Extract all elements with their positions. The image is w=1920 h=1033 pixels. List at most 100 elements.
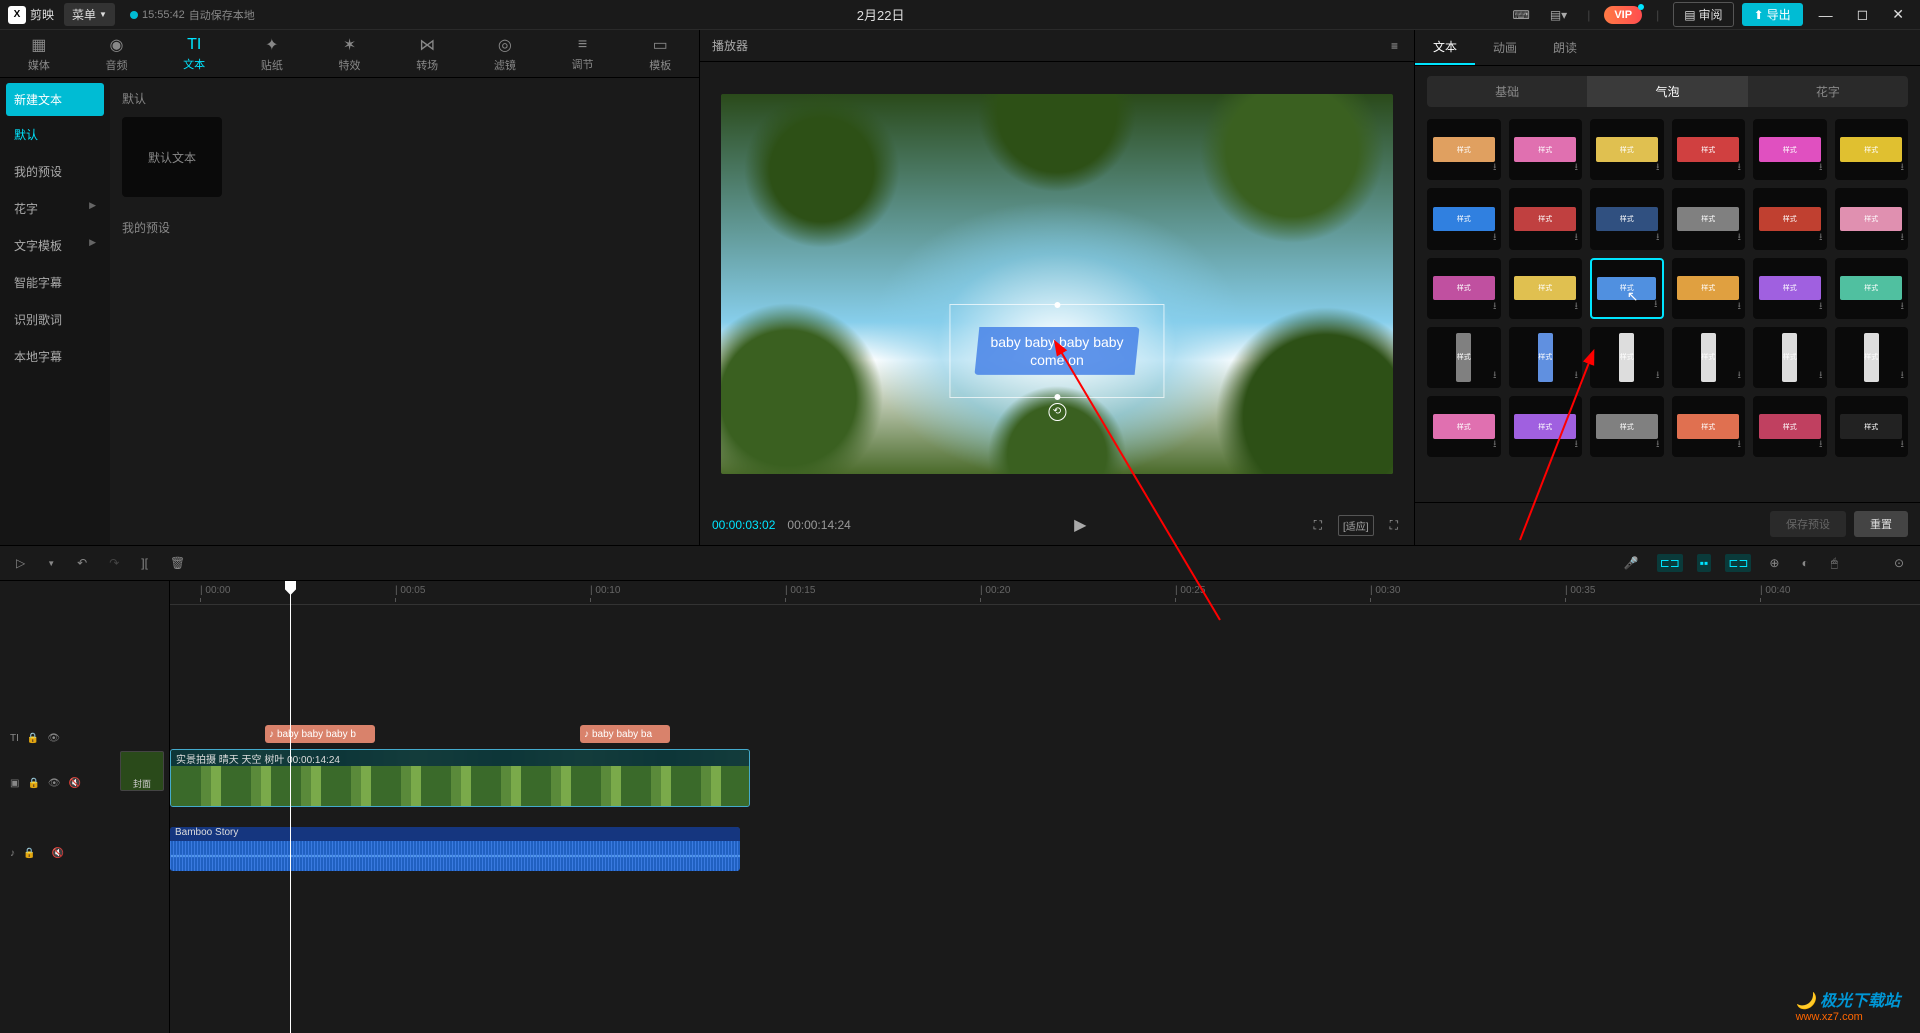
right-subtab[interactable]: 花字 [1748, 76, 1908, 107]
download-icon[interactable]: ⭳ [1819, 160, 1823, 177]
bubble-preset[interactable]: 样式⭳ [1590, 119, 1664, 180]
magnet-right-icon[interactable]: ⊏⊐ [1725, 554, 1751, 572]
tool-tab-adjust[interactable]: ≡调节 [544, 30, 622, 77]
focus-icon[interactable]: ⛶ [1310, 516, 1326, 535]
cover-thumb[interactable]: 封面 [120, 751, 164, 791]
download-icon[interactable]: ⭳ [1819, 299, 1823, 316]
text-clip[interactable]: ♪ baby baby ba [580, 725, 670, 743]
tool-tab-text[interactable]: TI文本 [155, 30, 233, 77]
fullscreen-icon[interactable]: ⛶ [1386, 516, 1402, 535]
minimize-icon[interactable]: — [1811, 7, 1841, 23]
download-icon[interactable]: ⭳ [1656, 437, 1660, 454]
tool-tab-grid[interactable]: ▦媒体 [0, 30, 78, 77]
bubble-preset[interactable]: 样式⭳ [1427, 396, 1501, 457]
tool-tab-filter[interactable]: ◎滤镜 [466, 30, 544, 77]
preview-toggle-icon[interactable]: ◐ [1797, 554, 1812, 572]
download-icon[interactable]: ⭳ [1575, 437, 1579, 454]
download-icon[interactable]: ⭳ [1493, 368, 1497, 385]
bubble-preset[interactable]: 样式⭳ [1672, 188, 1746, 249]
tool-tab-sticker[interactable]: ✦贴纸 [233, 30, 311, 77]
save-preset-button[interactable]: 保存预设 [1770, 511, 1846, 537]
download-icon[interactable]: ⭳ [1901, 230, 1905, 247]
mute-icon[interactable]: 🔇 [51, 848, 63, 859]
redo-icon[interactable]: ↷ [105, 554, 123, 572]
track-area[interactable]: | 00:00| 00:05| 00:10| 00:15| 00:20| 00:… [170, 581, 1920, 1033]
preview-menu-icon[interactable]: ≡ [1387, 37, 1402, 55]
bubble-preset[interactable]: 样式⭳ [1672, 119, 1746, 180]
bubble-preset[interactable]: 样式⭳ [1835, 327, 1909, 388]
preview-canvas[interactable]: baby baby baby baby come on ⟲ [721, 94, 1393, 474]
nav-default[interactable]: 默认 [0, 116, 110, 153]
bubble-preset[interactable]: 样式⭳ [1509, 258, 1583, 319]
magnet-left-icon[interactable]: ⊏⊐ [1657, 554, 1683, 572]
bubble-preset[interactable]: 样式⭳ [1590, 188, 1664, 249]
nav-my-preset[interactable]: 我的预设 [0, 153, 110, 190]
bubble-preset[interactable]: 样式⭳ [1835, 258, 1909, 319]
pointer-icon[interactable]: ▷ [12, 554, 29, 572]
vip-button[interactable]: VIP [1604, 6, 1642, 24]
eye-icon[interactable]: 👁 [48, 778, 61, 789]
rotate-handle-icon[interactable]: ⟲ [1048, 403, 1066, 421]
nav-text-template[interactable]: ▶文字模板 [0, 227, 110, 264]
bubble-preset[interactable]: 样式⭳ [1590, 396, 1664, 457]
review-button[interactable]: ▤ 审阅 [1673, 2, 1733, 27]
download-icon[interactable]: ⭳ [1656, 160, 1660, 177]
bubble-preset[interactable]: 样式⭳ [1672, 327, 1746, 388]
download-icon[interactable]: ⭳ [1575, 230, 1579, 247]
menu-button[interactable]: 菜单▼ [64, 3, 115, 26]
bubble-preset[interactable]: 样式⭳ [1427, 188, 1501, 249]
bubble-preset[interactable]: 样式⭳ [1509, 119, 1583, 180]
split-icon[interactable]: ][ [137, 554, 152, 572]
magnet-icon[interactable]: ▪▪ [1697, 554, 1712, 572]
download-icon[interactable]: ⭳ [1656, 368, 1660, 385]
download-icon[interactable]: ⭳ [1738, 299, 1742, 316]
tool-tab-audio[interactable]: ◉音频 [78, 30, 156, 77]
tool-tab-fx[interactable]: ✶特效 [311, 30, 389, 77]
bubble-preset[interactable]: 样式⭳ [1509, 396, 1583, 457]
video-track-icon[interactable]: ▣ [10, 778, 19, 789]
bubble-preset[interactable]: 样式⭳ [1753, 396, 1827, 457]
download-icon[interactable]: ⭳ [1819, 230, 1823, 247]
text-track[interactable]: ♪ baby baby baby b ♪ baby baby ba [170, 725, 1920, 747]
bubble-preset[interactable]: 样式⭳↖ [1590, 258, 1664, 319]
play-icon[interactable]: ▶ [1070, 513, 1090, 537]
download-icon[interactable]: ⭳ [1819, 368, 1823, 385]
timeline-ruler[interactable]: | 00:00| 00:05| 00:10| 00:15| 00:20| 00:… [170, 581, 1920, 605]
bubble-preset[interactable]: 样式⭳ [1672, 396, 1746, 457]
text-overlay-selection[interactable]: baby baby baby baby come on ⟲ [949, 304, 1164, 398]
download-icon[interactable]: ⭳ [1738, 160, 1742, 177]
nav-new-text[interactable]: 新建文本 [6, 83, 104, 116]
tool-tab-template[interactable]: ▭模板 [621, 30, 699, 77]
download-icon[interactable]: ⭳ [1738, 437, 1742, 454]
text-bubble-overlay[interactable]: baby baby baby baby come on [974, 327, 1139, 375]
reset-button[interactable]: 重置 [1854, 511, 1908, 537]
text-clip[interactable]: ♪ baby baby baby b [265, 725, 375, 743]
download-icon[interactable]: ⭳ [1901, 437, 1905, 454]
maximize-icon[interactable]: ◻ [1849, 6, 1877, 23]
download-icon[interactable]: ⭳ [1575, 368, 1579, 385]
lock-icon[interactable]: 🔒 [27, 778, 39, 789]
download-icon[interactable]: ⭳ [1901, 299, 1905, 316]
text-track-icon[interactable]: TI [10, 733, 19, 744]
link-icon[interactable]: ⊕ [1765, 554, 1783, 572]
delete-icon[interactable]: 🗑 [166, 554, 189, 572]
zoom-fit-icon[interactable]: ⊙ [1890, 554, 1908, 572]
bubble-preset[interactable]: 样式⭳ [1753, 119, 1827, 180]
download-icon[interactable]: ⭳ [1738, 368, 1742, 385]
bubble-preset[interactable]: 样式⭳ [1835, 188, 1909, 249]
download-icon[interactable]: ⭳ [1575, 299, 1579, 316]
bubble-preset[interactable]: 样式⭳ [1509, 188, 1583, 249]
download-icon[interactable]: ⭳ [1654, 297, 1658, 314]
bubble-preset[interactable]: 样式⭳ [1835, 396, 1909, 457]
shortcut-icon[interactable]: ⌨ [1507, 5, 1536, 25]
right-subtab[interactable]: 气泡 [1587, 76, 1747, 107]
ratio-button[interactable]: [适应] [1338, 515, 1374, 536]
bubble-preset[interactable]: 样式⭳ [1672, 258, 1746, 319]
download-icon[interactable]: ⭳ [1819, 437, 1823, 454]
mouse-icon[interactable]: 🖱 [1827, 554, 1842, 573]
bubble-preset[interactable]: 样式⭳ [1427, 327, 1501, 388]
bubble-preset[interactable]: 样式⭳ [1835, 119, 1909, 180]
lock-icon[interactable]: 🔒 [27, 733, 39, 744]
nav-flower-text[interactable]: ▶花字 [0, 190, 110, 227]
video-track[interactable]: 封面 实景拍摄 晴天 天空 树叶 00:00:14:24 [170, 749, 1920, 807]
